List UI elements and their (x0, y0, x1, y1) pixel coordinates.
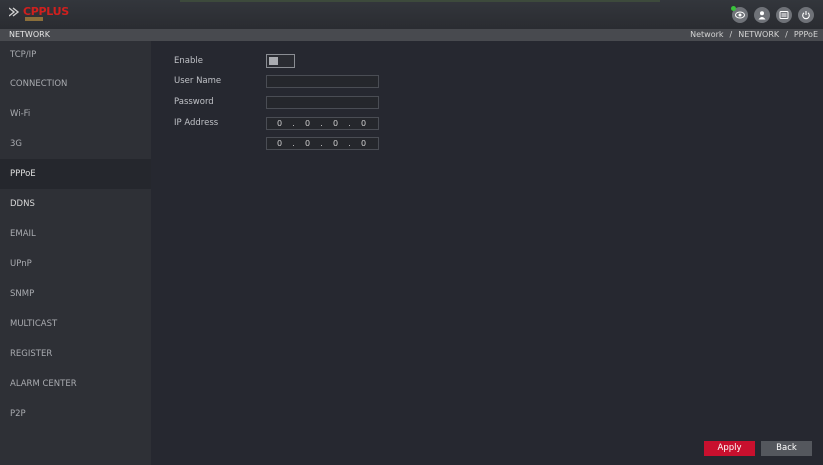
sidebar-item-multicast[interactable]: MULTICAST (0, 309, 151, 339)
logo-mark-icon (9, 7, 20, 17)
eye-icon[interactable] (731, 6, 748, 23)
ip-octet[interactable]: 0 (267, 139, 292, 148)
power-icon[interactable] (798, 7, 814, 23)
user-icon[interactable] (754, 7, 770, 23)
sidebar-item-register[interactable]: REGISTER (0, 339, 151, 369)
logo-tagline (25, 17, 43, 21)
breadcrumb-network-upper[interactable]: NETWORK (738, 29, 779, 41)
ip-address-input[interactable]: 0. 0. 0. 0 (266, 117, 379, 130)
ip-octet[interactable]: 0 (323, 139, 348, 148)
sidebar-item-snmp[interactable]: SNMP (0, 279, 151, 309)
top-bar: CPPLUS (0, 0, 823, 29)
back-button[interactable]: Back (761, 441, 812, 456)
sidebar-item-p2p[interactable]: P2P (0, 399, 151, 429)
password-input[interactable] (266, 96, 379, 109)
sidebar-item-pppoe[interactable]: PPPoE (0, 159, 151, 189)
ip-octet[interactable]: 0 (351, 119, 376, 128)
menu-icon[interactable] (776, 7, 792, 23)
ip-octet[interactable]: 0 (295, 139, 320, 148)
ip-address-secondary-input[interactable]: 0. 0. 0. 0 (266, 137, 379, 150)
enable-toggle[interactable] (266, 54, 295, 68)
sidebar-item-alarm-center[interactable]: ALARM CENTER (0, 369, 151, 399)
top-icon-group (731, 6, 814, 23)
ip-address-label: IP Address (174, 118, 219, 128)
username-label: User Name (174, 76, 222, 86)
breadcrumb-network[interactable]: Network (690, 29, 723, 41)
apply-button[interactable]: Apply (704, 441, 755, 456)
ip-octet[interactable]: 0 (351, 139, 376, 148)
breadcrumb: Network / NETWORK / PPPoE (690, 29, 818, 41)
sidebar-item-upnp[interactable]: UPnP (0, 249, 151, 279)
breadcrumb-separator: / (785, 30, 788, 39)
sidebar-item-ddns[interactable]: DDNS (0, 189, 151, 219)
sidebar-item-tcpip[interactable]: TCP/IP (0, 41, 151, 69)
ip-octet[interactable]: 0 (323, 119, 348, 128)
password-label: Password (174, 97, 214, 107)
main-content: Enable User Name Password IP Address 0. … (151, 41, 823, 465)
breadcrumb-separator: / (729, 30, 733, 39)
breadcrumb-pppoe: PPPoE (793, 30, 818, 39)
sidebar-item-3g[interactable]: 3G (0, 129, 151, 159)
sidebar-item-email[interactable]: EMAIL (0, 219, 151, 249)
toggle-knob (269, 57, 278, 65)
top-highlight (180, 0, 660, 2)
ip-octet[interactable]: 0 (295, 119, 320, 128)
status-dot (731, 6, 736, 11)
sidebar: TCP/IP CONNECTION Wi-Fi 3G PPPoE DDNS EM… (0, 41, 151, 465)
ip-octet[interactable]: 0 (267, 119, 292, 128)
sidebar-item-connection[interactable]: CONNECTION (0, 69, 151, 99)
title-bar: NETWORK Network / NETWORK / PPPoE (0, 29, 823, 41)
page-title: NETWORK (9, 30, 50, 39)
enable-label: Enable (174, 56, 203, 66)
sidebar-item-wifi[interactable]: Wi-Fi (0, 99, 151, 129)
username-input[interactable] (266, 75, 379, 88)
